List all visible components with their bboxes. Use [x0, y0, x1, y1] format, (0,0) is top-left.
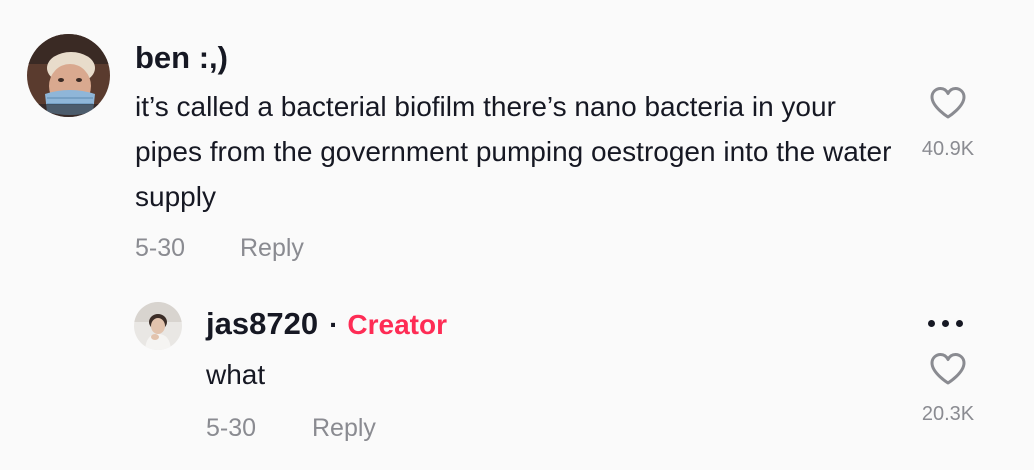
creator-badge: Creator — [347, 309, 447, 340]
avatar-photo-icon — [27, 34, 110, 117]
creator-username[interactable]: jas8720 — [206, 306, 318, 342]
commenter-avatar[interactable] — [27, 34, 110, 117]
separator-dot: · — [329, 309, 339, 340]
reply-body: what — [206, 359, 266, 390]
reply-header: jas8720 · Creator — [206, 306, 447, 342]
commenter-username[interactable]: ben :,) — [135, 40, 228, 76]
comment-body: it’s called a bacterial biofilm there’s … — [135, 91, 892, 212]
reply-like-count: 20.3K — [921, 403, 975, 425]
reply-reply-button[interactable]: Reply — [312, 413, 376, 443]
reply-date: 5-30 — [206, 414, 257, 442]
comment-like-count: 40.9K — [921, 138, 975, 160]
avatar-photo-icon — [134, 302, 182, 350]
comment-thread: ben :,) it’s called a bacterial biofilm … — [0, 0, 1034, 470]
comment-date: 5-30 — [135, 234, 186, 262]
comment-reply-button[interactable]: Reply — [240, 233, 304, 263]
heart-outline-icon[interactable] — [929, 86, 967, 120]
creator-avatar[interactable] — [134, 302, 182, 350]
heart-outline-icon[interactable] — [929, 352, 967, 386]
more-options-icon[interactable] — [928, 320, 963, 327]
